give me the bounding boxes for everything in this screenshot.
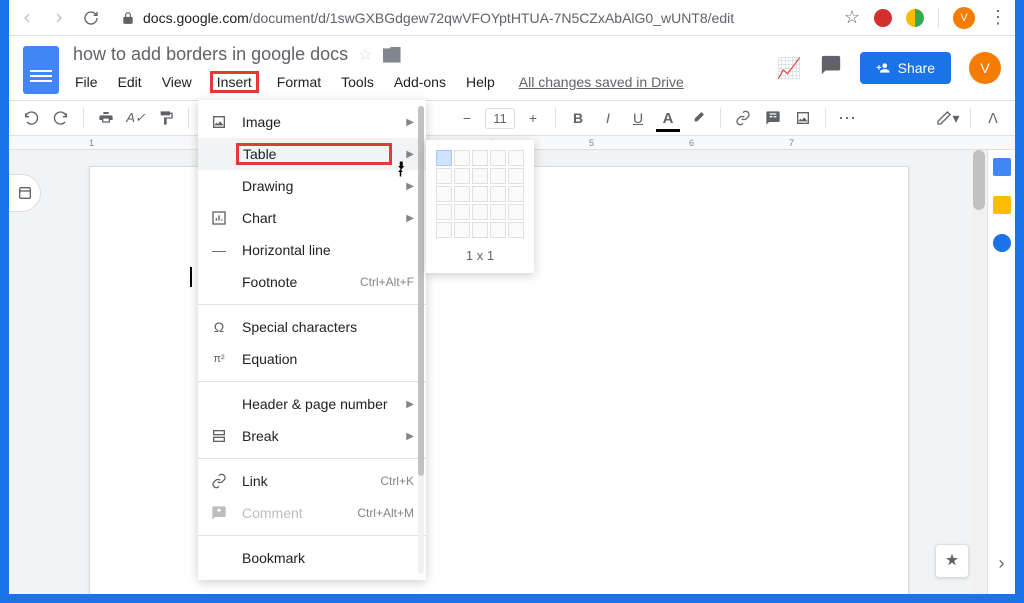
chart-icon bbox=[210, 209, 228, 227]
redo-button[interactable] bbox=[49, 106, 73, 130]
table-submenu: 1 x 1 bbox=[426, 140, 534, 273]
chevron-right-icon: ▶ bbox=[406, 149, 414, 160]
insert-table-item[interactable]: Table ▶ bbox=[198, 138, 426, 170]
insert-equation-item[interactable]: π² Equation bbox=[198, 343, 426, 375]
insert-image-button[interactable] bbox=[791, 106, 815, 130]
forward-button[interactable] bbox=[49, 8, 69, 28]
side-panel: › bbox=[987, 150, 1015, 594]
back-button[interactable] bbox=[17, 8, 37, 28]
undo-button[interactable] bbox=[19, 106, 43, 130]
side-panel-collapse-icon[interactable]: › bbox=[999, 553, 1005, 574]
chevron-right-icon: ▶ bbox=[406, 213, 414, 224]
font-size-plus[interactable]: + bbox=[521, 106, 545, 130]
menu-format[interactable]: Format bbox=[275, 72, 323, 92]
browser-avatar[interactable]: V bbox=[953, 7, 975, 29]
browser-menu-icon[interactable]: ⋮ bbox=[989, 7, 1007, 28]
chevron-right-icon: ▶ bbox=[406, 431, 414, 442]
save-status[interactable]: All changes saved in Drive bbox=[519, 74, 684, 90]
bookmark-star-icon[interactable]: ☆ bbox=[844, 7, 860, 28]
insert-comment-item: Comment Ctrl+Alt+M bbox=[198, 497, 426, 529]
table-cell-1-1[interactable] bbox=[436, 150, 452, 166]
print-button[interactable] bbox=[94, 106, 118, 130]
italic-button[interactable]: I bbox=[596, 106, 620, 130]
hide-menus-button[interactable]: ᐱ bbox=[981, 106, 1005, 130]
lock-icon bbox=[121, 11, 135, 25]
menu-file[interactable]: File bbox=[73, 72, 100, 92]
insert-chart-item[interactable]: Chart ▶ bbox=[198, 202, 426, 234]
insert-bookmark-item[interactable]: Bookmark bbox=[198, 542, 426, 574]
underline-button[interactable]: U bbox=[626, 106, 650, 130]
bold-button[interactable]: B bbox=[566, 106, 590, 130]
chevron-right-icon: ▶ bbox=[406, 117, 414, 128]
menu-view[interactable]: View bbox=[160, 72, 194, 92]
paint-format-button[interactable] bbox=[154, 106, 178, 130]
explore-button[interactable] bbox=[935, 544, 969, 578]
calendar-icon[interactable] bbox=[993, 158, 1011, 176]
folder-icon[interactable] bbox=[383, 47, 401, 63]
url-path: /document/d/1swGXBGdgew72qwVFOYptHTUA-7N… bbox=[249, 10, 734, 26]
comment-history-icon[interactable] bbox=[820, 54, 842, 82]
chevron-right-icon: ▶ bbox=[406, 181, 414, 192]
insert-comment-button[interactable] bbox=[761, 106, 785, 130]
hline-icon: ― bbox=[210, 241, 228, 259]
share-button[interactable]: Share bbox=[860, 52, 951, 84]
insert-header-item[interactable]: Header & page number ▶ bbox=[198, 388, 426, 420]
chevron-right-icon: ▶ bbox=[406, 399, 414, 410]
activity-icon[interactable]: 📈 bbox=[777, 56, 802, 81]
image-icon bbox=[210, 113, 228, 131]
menu-insert[interactable]: Insert bbox=[210, 71, 259, 93]
spellcheck-button[interactable]: A✓ bbox=[124, 106, 148, 130]
menu-edit[interactable]: Edit bbox=[116, 72, 144, 92]
comment-plus-icon bbox=[210, 504, 228, 522]
star-doc-icon[interactable]: ☆ bbox=[358, 45, 372, 65]
table-size-label: 1 x 1 bbox=[436, 248, 524, 263]
reload-button[interactable] bbox=[81, 8, 101, 28]
menu-help[interactable]: Help bbox=[464, 72, 497, 92]
share-label: Share bbox=[898, 60, 935, 76]
link-icon bbox=[210, 472, 228, 490]
text-color-button[interactable]: A bbox=[656, 106, 680, 130]
browser-toolbar: docs.google.com/document/d/1swGXBGdgew72… bbox=[9, 0, 1015, 36]
dropdown-scrollbar[interactable] bbox=[418, 106, 424, 574]
editing-mode-button[interactable]: ▾ bbox=[936, 106, 960, 130]
insert-footnote-item[interactable]: Footnote Ctrl+Alt+F bbox=[198, 266, 426, 298]
formatting-toolbar: A✓ − 11 + B I U A ⋯ ▾ ᐱ bbox=[9, 100, 1015, 136]
table-size-grid[interactable] bbox=[436, 150, 524, 238]
font-size-input[interactable]: 11 bbox=[485, 108, 515, 129]
font-size-minus[interactable]: − bbox=[455, 106, 479, 130]
url-host: docs.google.com bbox=[143, 10, 249, 26]
docs-logo-icon[interactable] bbox=[23, 46, 59, 94]
break-icon bbox=[210, 427, 228, 445]
highlight-button[interactable] bbox=[686, 106, 710, 130]
insert-drawing-item[interactable]: Drawing ▶ bbox=[198, 170, 426, 202]
text-cursor bbox=[190, 267, 192, 287]
extension-icon-2[interactable] bbox=[906, 9, 924, 27]
tasks-icon[interactable] bbox=[993, 234, 1011, 252]
doc-title[interactable]: how to add borders in google docs bbox=[73, 44, 348, 65]
docs-avatar[interactable]: V bbox=[969, 52, 1001, 84]
menu-addons[interactable]: Add-ons bbox=[392, 72, 448, 92]
omega-icon: Ω bbox=[210, 318, 228, 336]
url-bar[interactable]: docs.google.com/document/d/1swGXBGdgew72… bbox=[113, 10, 832, 26]
vertical-scrollbar[interactable] bbox=[973, 150, 985, 594]
insert-image-item[interactable]: Image ▶ bbox=[198, 106, 426, 138]
extension-icon-1[interactable] bbox=[874, 9, 892, 27]
equation-icon: π² bbox=[210, 350, 228, 368]
insert-hline-item[interactable]: ― Horizontal line bbox=[198, 234, 426, 266]
insert-link-item[interactable]: Link Ctrl+K bbox=[198, 465, 426, 497]
insert-special-item[interactable]: Ω Special characters bbox=[198, 311, 426, 343]
insert-menu-dropdown: Image ▶ Table ▶ Drawing ▶ Chart ▶ ― Hori… bbox=[198, 100, 426, 580]
insert-break-item[interactable]: Break ▶ bbox=[198, 420, 426, 452]
insert-link-button[interactable] bbox=[731, 106, 755, 130]
menu-tools[interactable]: Tools bbox=[339, 72, 376, 92]
keep-icon[interactable] bbox=[993, 196, 1011, 214]
more-tools-button[interactable]: ⋯ bbox=[836, 106, 860, 130]
person-add-icon bbox=[876, 61, 890, 75]
outline-toggle[interactable] bbox=[9, 174, 41, 212]
